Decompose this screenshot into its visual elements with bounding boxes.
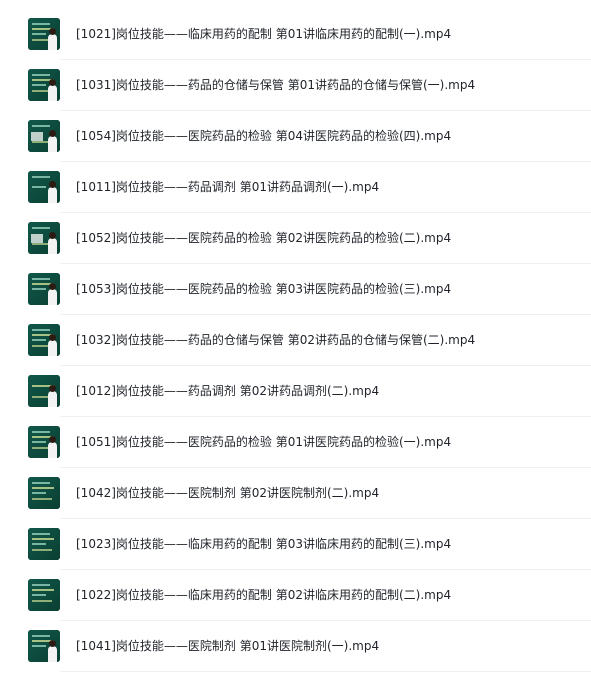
list-item[interactable]: [1021]岗位技能——临床用药的配制 第01讲临床用药的配制(一).mp4	[0, 9, 591, 60]
list-item[interactable]: [1032]岗位技能——药品的仓储与保管 第02讲药品的仓储与保管(二).mp4	[0, 315, 591, 366]
file-list: [1021]岗位技能——临床用药的配制 第01讲临床用药的配制(一).mp4 […	[0, 0, 591, 675]
file-name: [1042]岗位技能——医院制剂 第02讲医院制剂(二).mp4	[76, 486, 380, 500]
file-name: [1053]岗位技能——医院药品的检验 第03讲医院药品的检验(三).mp4	[76, 282, 452, 296]
list-item[interactable]: [1012]岗位技能——药品调剂 第02讲药品调剂(二).mp4	[0, 366, 591, 417]
list-item[interactable]: [1051]岗位技能——医院药品的检验 第01讲医院药品的检验(一).mp4	[0, 417, 591, 468]
video-thumbnail-icon	[28, 630, 60, 662]
file-name: [1011]岗位技能——药品调剂 第01讲药品调剂(一).mp4	[76, 180, 380, 194]
file-name: [1032]岗位技能——药品的仓储与保管 第02讲药品的仓储与保管(二).mp4	[76, 333, 476, 347]
file-name: [1041]岗位技能——医院制剂 第01讲医院制剂(一).mp4	[76, 639, 380, 653]
list-item[interactable]: [1042]岗位技能——医院制剂 第02讲医院制剂(二).mp4	[0, 468, 591, 519]
list-item[interactable]: [1052]岗位技能——医院药品的检验 第02讲医院药品的检验(二).mp4	[0, 213, 591, 264]
list-item[interactable]: [1031]岗位技能——药品的仓储与保管 第01讲药品的仓储与保管(一).mp4	[0, 60, 591, 111]
list-item[interactable]: [1023]岗位技能——临床用药的配制 第03讲临床用药的配制(三).mp4	[0, 519, 591, 570]
video-thumbnail-icon	[28, 120, 60, 152]
video-thumbnail-icon	[28, 375, 60, 407]
video-thumbnail-icon	[28, 69, 60, 101]
video-thumbnail-icon	[28, 273, 60, 305]
video-thumbnail-icon	[28, 477, 60, 509]
file-name: [1022]岗位技能——临床用药的配制 第02讲临床用药的配制(二).mp4	[76, 588, 452, 602]
video-thumbnail-icon	[28, 18, 60, 50]
list-item[interactable]: [1054]岗位技能——医院药品的检验 第04讲医院药品的检验(四).mp4	[0, 111, 591, 162]
video-thumbnail-icon	[28, 528, 60, 560]
list-item[interactable]: [1011]岗位技能——药品调剂 第01讲药品调剂(一).mp4	[0, 162, 591, 213]
divider	[60, 671, 591, 672]
video-thumbnail-icon	[28, 579, 60, 611]
video-thumbnail-icon	[28, 222, 60, 254]
video-thumbnail-icon	[28, 171, 60, 203]
file-name: [1023]岗位技能——临床用药的配制 第03讲临床用药的配制(三).mp4	[76, 537, 452, 551]
video-thumbnail-icon	[28, 324, 60, 356]
file-name: [1052]岗位技能——医院药品的检验 第02讲医院药品的检验(二).mp4	[76, 231, 452, 245]
list-item[interactable]: [1022]岗位技能——临床用药的配制 第02讲临床用药的配制(二).mp4	[0, 570, 591, 621]
file-name: [1012]岗位技能——药品调剂 第02讲药品调剂(二).mp4	[76, 384, 380, 398]
file-name: [1054]岗位技能——医院药品的检验 第04讲医院药品的检验(四).mp4	[76, 129, 452, 143]
list-item[interactable]: [1053]岗位技能——医院药品的检验 第03讲医院药品的检验(三).mp4	[0, 264, 591, 315]
video-thumbnail-icon	[28, 426, 60, 458]
file-name: [1051]岗位技能——医院药品的检验 第01讲医院药品的检验(一).mp4	[76, 435, 452, 449]
list-item[interactable]: [1041]岗位技能——医院制剂 第01讲医院制剂(一).mp4	[0, 621, 591, 672]
file-name: [1031]岗位技能——药品的仓储与保管 第01讲药品的仓储与保管(一).mp4	[76, 78, 476, 92]
file-name: [1021]岗位技能——临床用药的配制 第01讲临床用药的配制(一).mp4	[76, 27, 452, 41]
